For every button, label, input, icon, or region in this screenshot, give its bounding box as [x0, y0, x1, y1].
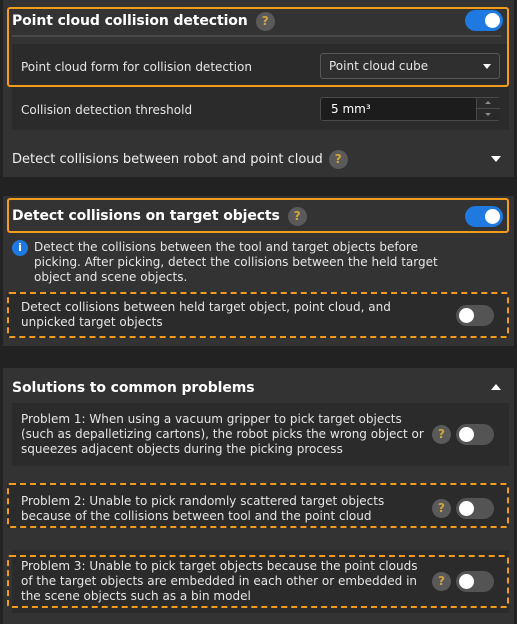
toggle-knob	[459, 574, 474, 589]
section1-title: Point cloud collision detection	[12, 13, 248, 29]
toggle-knob	[459, 427, 474, 442]
chevron-down-icon	[483, 64, 491, 69]
held-object-label: Detect collisions between held target ob…	[21, 300, 391, 329]
point-cloud-collision-toggle[interactable]	[465, 10, 503, 31]
problem-3-label: Problem 3: Unable to pick target objects…	[21, 559, 418, 603]
help-icon[interactable]: ?	[287, 206, 307, 226]
spin-buttons	[476, 98, 500, 120]
robot-collision-row[interactable]: Detect collisions between robot and poin…	[12, 148, 348, 170]
threshold-label: Collision detection threshold	[21, 103, 193, 117]
select-value: Point cloud cube	[329, 59, 429, 73]
arrow-up-icon	[485, 101, 491, 104]
section2-header: Detect collisions on target objects ?	[12, 205, 307, 227]
collapse-chevron-icon[interactable]	[491, 384, 501, 390]
problem-1-toggle[interactable]	[456, 424, 494, 445]
section2-title: Detect collisions on target objects	[12, 208, 280, 224]
spin-up-button[interactable]	[477, 98, 500, 109]
info-icon: i	[12, 240, 28, 256]
problem-2-toggle[interactable]	[456, 498, 494, 519]
toggle-knob	[459, 308, 474, 323]
point-cloud-form-select[interactable]: Point cloud cube	[320, 53, 500, 79]
threshold-spinbox[interactable]: 5 mm³	[320, 97, 500, 121]
toggle-knob	[485, 13, 500, 28]
help-icon[interactable]: ?	[255, 11, 275, 31]
robot-collision-label: Detect collisions between robot and poin…	[12, 151, 323, 167]
info-text: Detect the collisions between the tool a…	[34, 240, 438, 284]
help-icon[interactable]: ?	[432, 572, 451, 591]
section1-header: Point cloud collision detection ?	[12, 10, 275, 32]
form-label: Point cloud form for collision detection	[21, 60, 252, 74]
problem-1-label: Problem 1: When using a vacuum gripper t…	[21, 412, 424, 456]
problem-3-toggle[interactable]	[456, 571, 494, 592]
section3-title: Solutions to common problems	[12, 380, 255, 396]
header-divider	[12, 35, 501, 37]
toggle-knob	[459, 501, 474, 516]
target-collision-toggle[interactable]	[465, 206, 503, 227]
help-icon[interactable]: ?	[432, 499, 451, 518]
help-icon[interactable]: ?	[432, 425, 451, 444]
toggle-knob	[485, 209, 500, 224]
threshold-value: 5 mm³	[331, 102, 371, 116]
section3-header: Solutions to common problems	[12, 377, 255, 399]
help-icon[interactable]: ?	[328, 149, 348, 169]
problem-2-label: Problem 2: Unable to pick randomly scatt…	[21, 494, 385, 523]
held-object-toggle[interactable]	[456, 305, 494, 326]
spin-down-button[interactable]	[477, 109, 500, 120]
expand-chevron-icon[interactable]	[491, 156, 501, 162]
arrow-down-icon	[485, 113, 491, 116]
